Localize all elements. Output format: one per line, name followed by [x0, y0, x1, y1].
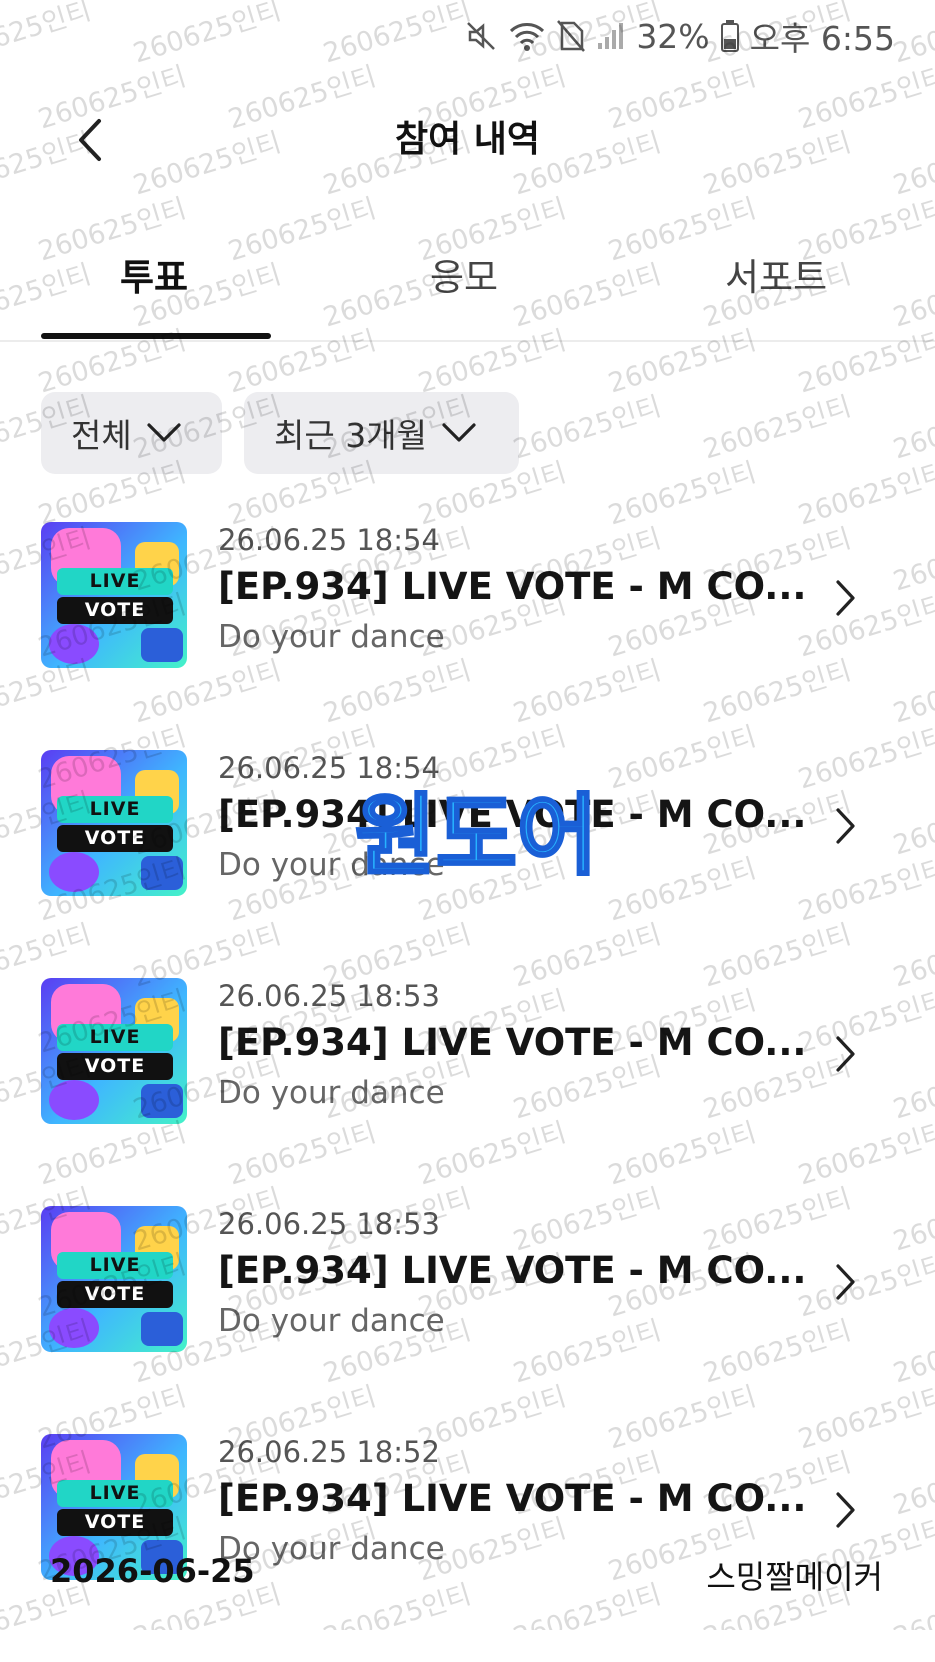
item-date: 26.06.25 18:53	[218, 1207, 440, 1241]
vote-thumbnail: LIVE VOTE	[41, 522, 187, 668]
chevron-right-icon	[836, 1264, 855, 1300]
footer-date: 2026-06-25	[50, 1552, 255, 1590]
item-subtitle: Do your dance	[218, 1303, 445, 1339]
vote-thumbnail: LIVE VOTE	[41, 750, 187, 896]
vote-thumbnail: LIVE VOTE	[41, 978, 187, 1124]
chevron-right-icon	[836, 1492, 855, 1528]
item-subtitle: Do your dance	[218, 619, 445, 655]
list-item[interactable]: LIVE VOTE 26.06.25 18:52 [EP.934] LIVE V…	[0, 1434, 935, 1662]
no-sim-icon	[556, 19, 586, 53]
wifi-icon	[508, 19, 546, 53]
tab-entry[interactable]: 응모	[430, 247, 498, 301]
active-tab-indicator	[41, 333, 271, 339]
item-title: [EP.934] LIVE VOTE - M CO...	[218, 1477, 807, 1520]
category-filter[interactable]: 전체	[41, 392, 222, 474]
item-subtitle: Do your dance	[218, 1075, 445, 1111]
page-title: 참여 내역	[394, 119, 540, 160]
list-item[interactable]: LIVE VOTE 26.06.25 18:54 [EP.934] LIVE V…	[0, 750, 935, 978]
chevron-down-icon	[442, 423, 476, 442]
watermark-text: 260625인티	[699, 391, 855, 466]
list-item[interactable]: LIVE VOTE 26.06.25 18:53 [EP.934] LIVE V…	[0, 1206, 935, 1434]
mute-icon	[464, 19, 498, 53]
tab-vote[interactable]: 투표	[120, 247, 188, 301]
clock: 오후 6:55	[749, 19, 895, 58]
list-item[interactable]: LIVE VOTE 26.06.25 18:53 [EP.934] LIVE V…	[0, 978, 935, 1206]
status-icons: 32% 오후 6:55	[464, 12, 895, 60]
chevron-right-icon	[836, 808, 855, 844]
vote-thumbnail: LIVE VOTE	[41, 1206, 187, 1352]
tab-bar: 투표 응모 서포트	[0, 235, 935, 342]
category-filter-label: 전체	[71, 416, 132, 455]
item-date: 26.06.25 18:54	[218, 751, 440, 785]
item-title: [EP.934] LIVE VOTE - M CO...	[218, 1249, 807, 1292]
watermark-text: 260625인티	[794, 457, 935, 532]
watermark-text: 260625인티	[604, 457, 760, 532]
list-item[interactable]: LIVE VOTE 26.06.25 18:54 [EP.934] LIVE V…	[0, 522, 935, 750]
filter-bar: 전체 최근 3개월	[41, 392, 519, 474]
item-title: [EP.934] LIVE VOTE - M CO...	[218, 1021, 807, 1064]
item-subtitle: Do your dance	[218, 847, 445, 883]
tab-support[interactable]: 서포트	[725, 247, 827, 301]
item-date: 26.06.25 18:52	[218, 1435, 440, 1469]
header: 참여 내역	[0, 80, 935, 190]
battery-percent: 32%	[636, 16, 710, 56]
chevron-right-icon	[836, 1036, 855, 1072]
signal-icon	[596, 21, 626, 51]
item-title: [EP.934] LIVE VOTE - M CO...	[218, 565, 807, 608]
participation-list: LIVE VOTE 26.06.25 18:54 [EP.934] LIVE V…	[0, 522, 935, 1662]
chevron-down-icon	[147, 423, 181, 442]
item-title: [EP.934] LIVE VOTE - M CO...	[218, 793, 807, 836]
watermark-text: 260625인티	[889, 391, 935, 466]
battery-icon	[720, 19, 740, 53]
status-bar: 32% 오후 6:55	[0, 0, 935, 68]
chevron-right-icon	[836, 580, 855, 616]
item-date: 26.06.25 18:53	[218, 979, 440, 1013]
period-filter[interactable]: 최근 3개월	[244, 392, 519, 474]
item-date: 26.06.25 18:54	[218, 523, 440, 557]
footer-maker: 스밍짤메이커	[706, 1558, 883, 1596]
period-filter-label: 최근 3개월	[274, 416, 427, 455]
watermark-text: 260625인티	[509, 391, 665, 466]
